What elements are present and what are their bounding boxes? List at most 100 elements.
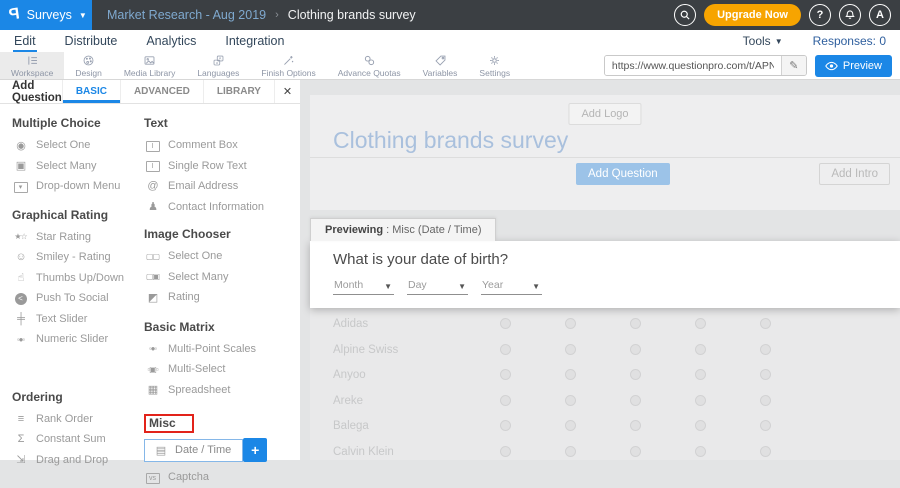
toolbar-item-settings[interactable]: Settings	[468, 52, 521, 79]
breadcrumb-separator: ›	[275, 9, 279, 21]
tab-advanced[interactable]: ADVANCED	[120, 80, 203, 103]
previewing-subject: : Misc (Date / Time)	[383, 224, 481, 236]
smiley-rating-icon: ☺	[12, 251, 29, 263]
section-title-text: Text	[144, 116, 296, 130]
section-text: Text IComment BoxISingle Row Text@Email A…	[144, 116, 296, 217]
question-type-select-one[interactable]: ◉Select One	[12, 135, 144, 156]
question-type-rating[interactable]: ◩Rating	[144, 287, 296, 308]
add-logo-button[interactable]: Add Logo	[568, 103, 641, 125]
avatar[interactable]: A	[869, 4, 891, 26]
matrix-row-calvin-klein: Calvin Klein	[310, 439, 900, 460]
question-type-multi-select[interactable]: ▫▣▫Multi-Select	[144, 359, 296, 380]
question-type-select-one[interactable]: ▢▢Select One	[144, 246, 296, 267]
toolbar-item-variables[interactable]: Variables	[412, 52, 469, 79]
share-url-input[interactable]	[605, 56, 781, 75]
chevron-down-icon: ▼	[532, 282, 540, 291]
preview-button[interactable]: Preview	[815, 55, 892, 77]
add-intro-button[interactable]: Add Intro	[819, 163, 890, 185]
add-question-button[interactable]: Add Question	[576, 163, 670, 185]
question-type-comment-box[interactable]: IComment Box	[144, 135, 296, 156]
question-type-star-rating[interactable]: ★☆Star Rating	[12, 227, 144, 248]
section-title-image-chooser: Image Chooser	[144, 227, 296, 241]
question-type-drop-down-menu[interactable]: ▾Drop-down Menu	[12, 176, 144, 197]
day-select[interactable]: Day▼	[407, 279, 468, 295]
toolbar-item-design[interactable]: Design	[64, 52, 112, 79]
question-type-label: Multi-Select	[168, 363, 225, 375]
responses-link[interactable]: Responses: 0	[813, 34, 886, 48]
select-value: Month	[334, 279, 363, 291]
question-type-smiley-rating[interactable]: ☺Smiley - Rating	[12, 247, 144, 268]
question-type-text-slider[interactable]: ╪Text Slider	[12, 309, 144, 330]
question-type-spreadsheet[interactable]: ▦Spreadsheet	[144, 380, 296, 401]
question-type-select-many[interactable]: ▢▣Select Many	[144, 267, 296, 288]
matrix-radio	[500, 446, 511, 457]
product-label: Surveys	[27, 8, 72, 22]
single-row-text-icon: I	[144, 159, 161, 172]
matrix-radio	[695, 395, 706, 406]
toolbar-item-finish-options[interactable]: Finish Options	[250, 52, 326, 79]
tab-library[interactable]: LIBRARY	[203, 80, 274, 103]
matrix-radio	[695, 369, 706, 380]
question-type-email-address[interactable]: @Email Address	[144, 176, 296, 197]
month-select[interactable]: Month▼	[333, 279, 394, 295]
question-type-rank-order[interactable]: ≡Rank Order	[12, 409, 144, 430]
matrix-radio	[760, 420, 771, 431]
question-type-single-row-text[interactable]: ISingle Row Text	[144, 156, 296, 177]
menu-item-analytics[interactable]: Analytics	[145, 30, 197, 52]
tab-basic[interactable]: BASIC	[62, 80, 120, 103]
settings-icon	[488, 54, 501, 67]
question-type-select-many[interactable]: ▣Select Many	[12, 156, 144, 177]
breadcrumb-current: Clothing brands survey	[288, 8, 416, 22]
toolbar-item-workspace[interactable]: Workspace	[0, 52, 64, 79]
upgrade-now-button[interactable]: Upgrade Now	[704, 4, 801, 26]
matrix-radio	[565, 395, 576, 406]
menu-item-edit[interactable]: Edit	[13, 30, 37, 52]
question-type-date-time[interactable]: ▤Date / Time	[144, 439, 243, 462]
question-type-label: Email Address	[168, 180, 238, 192]
notifications-button[interactable]	[839, 4, 861, 26]
question-type-captcha[interactable]: vsCaptcha	[144, 467, 296, 488]
question-type-push-to-social[interactable]: <Push To Social	[12, 288, 144, 309]
question-type-multi-point-scales[interactable]: ◦●◦Multi-Point Scales	[144, 339, 296, 360]
tools-menu[interactable]: Tools▼	[743, 34, 783, 48]
menu-item-distribute[interactable]: Distribute	[64, 30, 119, 52]
matrix-row-balega: Balega	[310, 413, 900, 439]
toolbar-item-label: Media Library	[124, 68, 176, 78]
toolbar-item-languages[interactable]: AaLanguages	[186, 52, 250, 79]
close-panel-button[interactable]: ✕	[274, 80, 300, 103]
search-button[interactable]	[674, 4, 696, 26]
matrix-row-alpine-swiss: Alpine Swiss	[310, 337, 900, 363]
matrix-row-label: Calvin Klein	[333, 446, 394, 458]
year-select[interactable]: Year▼	[481, 279, 542, 295]
languages-icon: Aa	[212, 54, 225, 67]
survey-title[interactable]: Clothing brands survey	[333, 127, 568, 154]
question-type-label: Constant Sum	[36, 433, 106, 445]
toolbar-item-label: Finish Options	[261, 68, 315, 78]
toolbar-item-media-library[interactable]: Media Library	[113, 52, 187, 79]
toolbar-item-label: Design	[75, 68, 101, 78]
menu-item-integration[interactable]: Integration	[224, 30, 285, 52]
panel-column-right: Text IComment BoxISingle Row Text@Email A…	[144, 108, 296, 488]
toolbar-item-advance-quotas[interactable]: Advance Quotas	[327, 52, 412, 79]
add-date-time-button[interactable]: +	[243, 438, 267, 462]
question-type-thumbs-up-down[interactable]: ☝Thumbs Up/Down	[12, 268, 144, 289]
matrix-radio	[695, 318, 706, 329]
matrix-row-areke: Areke	[310, 388, 900, 414]
edit-url-button[interactable]: ✎	[781, 56, 806, 75]
help-button[interactable]: ?	[809, 4, 831, 26]
matrix-radio	[500, 318, 511, 329]
question-type-numeric-slider[interactable]: ◦●◦Numeric Slider	[12, 329, 144, 350]
previewing-label: Previewing	[325, 224, 383, 236]
section-title-ordering: Ordering	[12, 390, 144, 404]
question-type-contact-information[interactable]: ♟Contact Information	[144, 197, 296, 218]
matrix-radio	[760, 318, 771, 329]
matrix-row-label: Balega	[333, 420, 369, 432]
spreadsheet-icon: ▦	[144, 383, 161, 396]
surveys-menu[interactable]: P Surveys ▼	[0, 0, 92, 30]
question-type-label: Select Many	[36, 160, 97, 172]
select-one-icon: ◉	[12, 139, 29, 152]
question-type-constant-sum[interactable]: ΣConstant Sum	[12, 429, 144, 450]
push-to-social-icon: <	[12, 292, 29, 305]
breadcrumb-folder[interactable]: Market Research - Aug 2019	[107, 8, 266, 22]
survey-canvas: Add Logo Clothing brands survey Add Ques…	[300, 80, 900, 460]
